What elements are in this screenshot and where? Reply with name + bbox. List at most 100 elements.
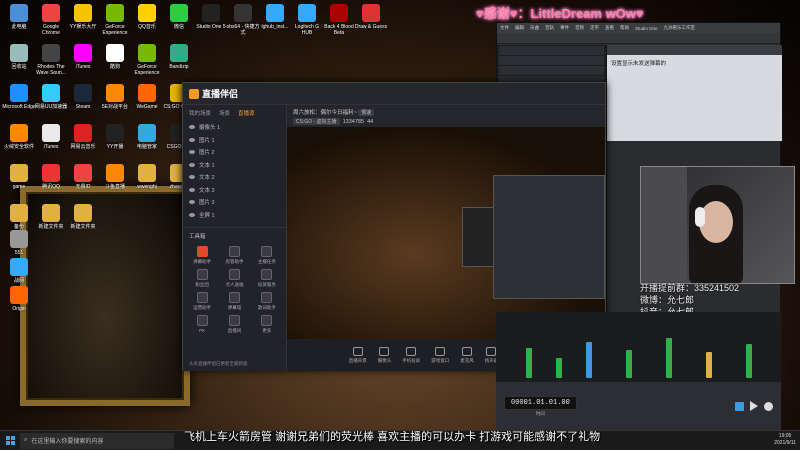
desktop-icon[interactable]: YY娱乐大厅 (66, 4, 100, 30)
daw-menu-item[interactable]: 走带 (590, 25, 599, 31)
tool-button[interactable]: 主播任务 (252, 246, 282, 265)
desktop-icon[interactable]: 此电脑 (2, 4, 36, 30)
tab-scenes[interactable]: 场景 (219, 109, 230, 117)
desktop-icon[interactable]: 无畏ID (66, 164, 100, 190)
source-item[interactable]: 图片 3 (183, 196, 286, 209)
tool-button[interactable]: 弹幕助手 (187, 246, 217, 265)
desktop-icon[interactable]: 酷狗 (98, 44, 132, 70)
desktop-icon[interactable]: 网易UU加速器 (34, 84, 68, 110)
mixer-fader[interactable] (556, 358, 562, 378)
daw-menu-item[interactable]: 事件 (560, 25, 569, 31)
mixer-fader[interactable] (586, 342, 592, 378)
source-item[interactable]: 文本 3 (183, 184, 286, 197)
desktop-icon[interactable]: Bandizip (162, 44, 196, 70)
daw-menu-item[interactable]: 文件 (500, 25, 509, 31)
track-row[interactable] (499, 66, 604, 75)
tool-button[interactable]: 弹幕墙 (219, 292, 249, 311)
desktop-icon[interactable]: game (2, 164, 36, 190)
eye-icon[interactable] (189, 125, 195, 130)
tool-button[interactable]: 直播间 (219, 315, 249, 334)
stream-control-button[interactable]: 直播背景 (349, 346, 367, 364)
daw-menu-item[interactable]: 音轨 (545, 25, 554, 31)
eye-icon[interactable] (189, 212, 195, 217)
mixer-fader[interactable] (746, 344, 752, 378)
desktop-icon[interactable]: lghub_inst... (258, 4, 292, 30)
desktop-icon[interactable]: 551 (2, 230, 36, 256)
desktop-icon[interactable]: iTunes (34, 124, 68, 150)
desktop-icon[interactable]: Logitech G HUB (290, 4, 324, 36)
system-clock[interactable]: 19:05 2021/9/11 (774, 433, 796, 447)
play-button[interactable] (750, 401, 758, 411)
daw-menu-item[interactable]: 乐曲 (530, 25, 539, 31)
stream-title[interactable]: 周六放松：偶尔今日福利~ (293, 110, 357, 116)
mixer-fader[interactable] (666, 338, 672, 378)
source-item[interactable]: 摄像头 1 (183, 121, 286, 134)
desktop-icon[interactable]: Studio One 5 (194, 4, 228, 30)
start-button[interactable] (0, 431, 20, 450)
stream-control-button[interactable]: 手机投屏 (402, 346, 420, 364)
daw-menu-item[interactable]: 九洲看乐工作室 (664, 25, 696, 31)
stream-control-button[interactable]: 摄像头 (378, 346, 391, 364)
taskbar-search-box[interactable]: ⌕ 在这里输入你要搜索的内容 (20, 432, 174, 449)
desktop-icon[interactable]: 火绒安全软件 (2, 124, 36, 150)
tool-button[interactable]: PK (187, 315, 217, 334)
tool-button[interactable]: 运营助手 (187, 292, 217, 311)
desktop-icon[interactable]: 备份 (2, 204, 36, 230)
tool-button[interactable]: 房管助手 (219, 246, 249, 265)
desktop-icon[interactable]: 5E对战平台 (98, 84, 132, 110)
tab-sources[interactable]: 直播源 (238, 109, 255, 117)
source-item[interactable]: 全屏 1 (183, 209, 286, 222)
desktop-icon[interactable]: Microsoft Edge (2, 84, 36, 110)
eye-icon[interactable] (189, 137, 195, 142)
stream-control-button[interactable]: 麦克风 (460, 346, 474, 364)
desktop-icon[interactable]: 网易云音乐 (66, 124, 100, 150)
daw-menu-item[interactable]: 帮助 (620, 25, 629, 31)
desktop-icon[interactable]: 回收站 (2, 44, 36, 70)
desktop-icon[interactable]: QQ音乐 (130, 4, 164, 30)
desktop-icon[interactable]: Steam (66, 84, 100, 110)
eye-icon[interactable] (189, 187, 195, 192)
tab-my-scenes[interactable]: 我的场景 (189, 109, 211, 117)
desktop-icon[interactable]: 电脑管家 (130, 124, 164, 150)
tool-button[interactable]: 粉丝团 (187, 269, 217, 288)
source-item[interactable]: 图片 2 (183, 146, 286, 159)
track-row[interactable] (499, 46, 604, 55)
desktop-icon[interactable]: WeGame (130, 84, 164, 110)
stream-preview-canvas[interactable] (287, 127, 605, 339)
desktop-icon[interactable]: Rhodes The Wave Soun... (34, 44, 68, 76)
tool-button[interactable]: 投屏服务 (252, 269, 282, 288)
source-item[interactable]: 图片 1 (183, 134, 286, 147)
mixer-fader[interactable] (626, 350, 632, 378)
desktop-icon[interactable]: Back 4 Blood Beta (322, 4, 356, 36)
eye-icon[interactable] (189, 150, 195, 155)
desktop-icon[interactable]: GeForce Experience (98, 4, 132, 36)
desktop-icon[interactable]: GeForce Experience (130, 44, 164, 76)
record-button[interactable] (764, 401, 773, 411)
source-item[interactable]: 文本 2 (183, 171, 286, 184)
desktop-icon[interactable]: 新建文件夹 (34, 204, 68, 230)
desktop-icon[interactable]: iTunes (66, 44, 100, 70)
track-row[interactable] (499, 56, 604, 65)
desktop-icon[interactable]: Origin (2, 286, 36, 312)
eye-icon[interactable] (189, 162, 195, 167)
stream-control-button[interactable]: 游戏窗口 (431, 346, 449, 364)
desktop-icon[interactable]: 微信 (162, 4, 196, 30)
desktop-icon[interactable]: wwenghj (130, 164, 164, 190)
desktop-icon[interactable]: YY开播 (98, 124, 132, 150)
desktop-icon[interactable]: 战网 (2, 258, 36, 284)
daw-menu-item[interactable]: 查看 (605, 25, 614, 31)
tool-button[interactable]: 更多 (252, 315, 282, 334)
tool-button[interactable]: 歌词助手 (252, 292, 282, 311)
category-badge[interactable]: CS:GO - 虚拟主播 (293, 117, 340, 125)
loop-button[interactable] (735, 401, 744, 411)
desktop-icon[interactable]: Draw & Guess (354, 4, 388, 30)
mixer-fader[interactable] (706, 352, 712, 378)
desktop-icon[interactable]: Google Chrome (34, 4, 68, 36)
desktop-icon[interactable]: 新建文件夹 (66, 204, 100, 230)
mixer-fader[interactable] (526, 348, 532, 378)
source-item[interactable]: 文本 1 (183, 159, 286, 172)
eye-icon[interactable] (189, 200, 195, 205)
daw-menu-item[interactable]: 编辑 (515, 25, 524, 31)
eye-icon[interactable] (189, 175, 195, 180)
daw-menu-item[interactable]: 音频 (575, 25, 584, 31)
